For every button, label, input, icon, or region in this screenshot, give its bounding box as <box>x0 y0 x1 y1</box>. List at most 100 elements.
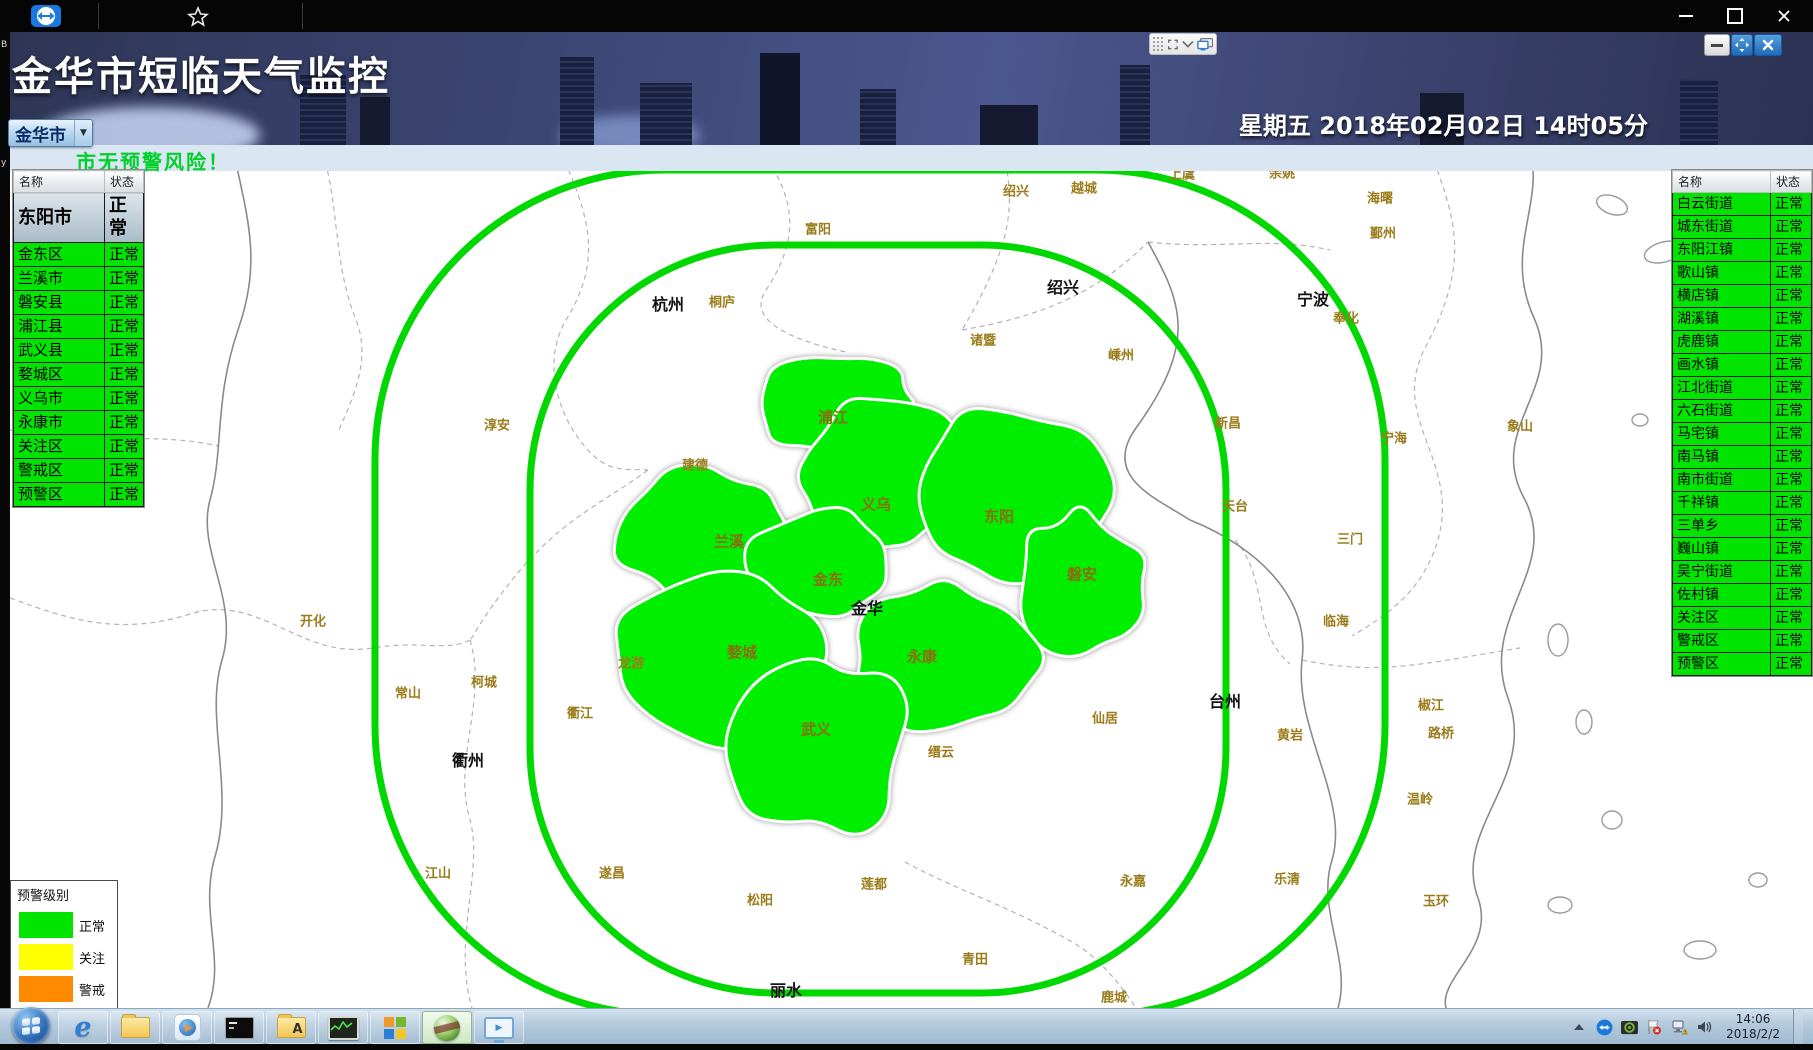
table-row[interactable]: 画水镇正常 <box>1673 354 1812 377</box>
fullscreen-icon[interactable] <box>1167 38 1179 51</box>
table-row[interactable]: 关注区正常 <box>1673 607 1812 630</box>
county-region-武义[interactable] <box>726 659 907 834</box>
taskbar-colored-squares-app[interactable] <box>370 1011 420 1044</box>
table-row[interactable]: 武义县正常 <box>14 338 144 362</box>
column-header-status[interactable]: 状态 <box>105 171 144 193</box>
map-label: 永嘉 <box>1120 871 1146 890</box>
tray-teamviewer-icon[interactable] <box>1595 1018 1613 1036</box>
table-row[interactable]: 六石街道正常 <box>1673 400 1812 423</box>
column-header-status[interactable]: 状态 <box>1771 171 1812 193</box>
drag-handle-icon[interactable] <box>1153 37 1164 51</box>
table-row[interactable]: 预警区正常 <box>14 482 144 506</box>
map-label: 临海 <box>1323 611 1349 630</box>
map-label: 松阳 <box>747 890 773 909</box>
windows-logo-icon <box>22 1017 40 1035</box>
favorites-star-icon[interactable] <box>186 5 210 29</box>
table-row[interactable]: 东阳江镇正常 <box>1673 239 1812 262</box>
table-row[interactable]: 南马镇正常 <box>1673 446 1812 469</box>
table-row[interactable]: 东阳市正常 <box>14 193 144 243</box>
map-label: 金东 <box>813 569 843 590</box>
start-button[interactable] <box>12 1007 50 1045</box>
table-row[interactable]: 千祥镇正常 <box>1673 492 1812 515</box>
table-row[interactable]: 白云街道正常 <box>1673 193 1812 216</box>
window-maximize-button[interactable] <box>1712 0 1758 31</box>
table-row[interactable]: 横店镇正常 <box>1673 285 1812 308</box>
column-header-name[interactable]: 名称 <box>14 171 105 193</box>
window-minimize-button[interactable] <box>1663 0 1709 31</box>
taskbar-internet-explorer[interactable]: e <box>58 1011 108 1044</box>
table-row[interactable]: 江北街道正常 <box>1673 377 1812 400</box>
window-close-button[interactable] <box>1761 0 1807 31</box>
taskbar-media-player[interactable] <box>162 1011 212 1044</box>
map-label: 磐安 <box>1067 564 1097 585</box>
table-row[interactable]: 马宅镇正常 <box>1673 423 1812 446</box>
table-row[interactable]: 浦江县正常 <box>14 314 144 338</box>
taskbar-clock[interactable]: 14:06 2018/2/2 <box>1720 1012 1786 1042</box>
table-row[interactable]: 关注区正常 <box>14 434 144 458</box>
table-row[interactable]: 三单乡正常 <box>1673 515 1812 538</box>
table-row[interactable]: 婺城区正常 <box>14 362 144 386</box>
titlebar-separator <box>302 3 303 29</box>
map-label: 路桥 <box>1428 723 1454 742</box>
app-minimize-button[interactable] <box>1704 34 1730 56</box>
tray-volume-icon[interactable] <box>1695 1018 1713 1036</box>
taskbar-dev-folder[interactable]: A <box>266 1011 316 1044</box>
table-row[interactable]: 歌山镇正常 <box>1673 262 1812 285</box>
table-row[interactable]: 城东街道正常 <box>1673 216 1812 239</box>
show-desktop-button[interactable] <box>1793 1009 1803 1045</box>
table-row[interactable]: 兰溪市正常 <box>14 266 144 290</box>
map-label: 越城 <box>1071 178 1097 197</box>
map-label: 宁波 <box>1297 286 1329 310</box>
legend-title: 预警级别 <box>11 881 117 906</box>
taskbar-command-prompt[interactable] <box>214 1011 264 1044</box>
map-label: 温岭 <box>1407 789 1433 808</box>
map-label: 婺城 <box>727 642 757 663</box>
chevron-down-icon[interactable] <box>1182 40 1194 49</box>
map-label: 仙居 <box>1092 708 1118 727</box>
building-silhouette <box>860 89 896 145</box>
column-header-name[interactable]: 名称 <box>1673 171 1771 193</box>
map-label: 诸暨 <box>970 330 996 349</box>
table-row[interactable]: 永康市正常 <box>14 410 144 434</box>
tray-expand-arrow[interactable] <box>1570 1018 1588 1036</box>
map-label: 象山 <box>1507 416 1533 435</box>
teamviewer-icon[interactable] <box>30 4 62 28</box>
table-row[interactable]: 吴宁街道正常 <box>1673 561 1812 584</box>
table-row[interactable]: 虎鹿镇正常 <box>1673 331 1812 354</box>
table-row[interactable]: 警戒区正常 <box>1673 630 1812 653</box>
tray-network-warning-icon[interactable] <box>1670 1018 1688 1036</box>
table-row[interactable]: 湖溪镇正常 <box>1673 308 1812 331</box>
table-row[interactable]: 巍山镇正常 <box>1673 538 1812 561</box>
table-row[interactable]: 南市街道正常 <box>1673 469 1812 492</box>
table-row[interactable]: 磐安县正常 <box>14 290 144 314</box>
table-row[interactable]: 佐村镇正常 <box>1673 584 1812 607</box>
map-label: 椒江 <box>1418 695 1444 714</box>
app-resize-button[interactable] <box>1731 34 1753 56</box>
screen-bottom-edge <box>0 1044 1813 1050</box>
table-row[interactable]: 金东区正常 <box>14 242 144 266</box>
map-label: 桐庐 <box>709 292 735 311</box>
city-selector-value[interactable]: 金华市 <box>9 120 74 146</box>
taskbar-file-explorer[interactable] <box>110 1011 160 1044</box>
building-silhouette <box>360 97 390 145</box>
system-tray: 14:06 2018/2/2 <box>1570 1009 1803 1045</box>
taskbar-system-monitor[interactable] <box>318 1011 368 1044</box>
city-selector-dropdown[interactable]: 金华市 ▼ <box>8 119 93 147</box>
taskbar-media-viewer[interactable]: ▶ <box>474 1011 524 1044</box>
dropdown-arrow-icon[interactable]: ▼ <box>74 120 92 146</box>
tray-action-center-flag[interactable] <box>1645 1018 1663 1036</box>
legend-swatch <box>19 912 73 938</box>
monitor-icon[interactable] <box>1197 37 1213 52</box>
table-row[interactable]: 预警区正常 <box>1673 653 1812 676</box>
map-label: 淳安 <box>484 415 510 434</box>
table-row[interactable]: 义乌市正常 <box>14 386 144 410</box>
table-row[interactable]: 警戒区正常 <box>14 458 144 482</box>
tray-nvidia-icon[interactable] <box>1620 1018 1638 1036</box>
app-close-button[interactable] <box>1754 34 1782 56</box>
map-label: 开化 <box>300 611 326 630</box>
map-label: 玉环 <box>1423 891 1449 910</box>
colored-squares-icon <box>384 1017 406 1039</box>
remote-session-toolbar[interactable] <box>1149 33 1217 55</box>
taskbar-weather-app-active[interactable] <box>422 1011 472 1044</box>
warning-level-legend: 预警级别 正常关注警戒 <box>10 880 118 1012</box>
